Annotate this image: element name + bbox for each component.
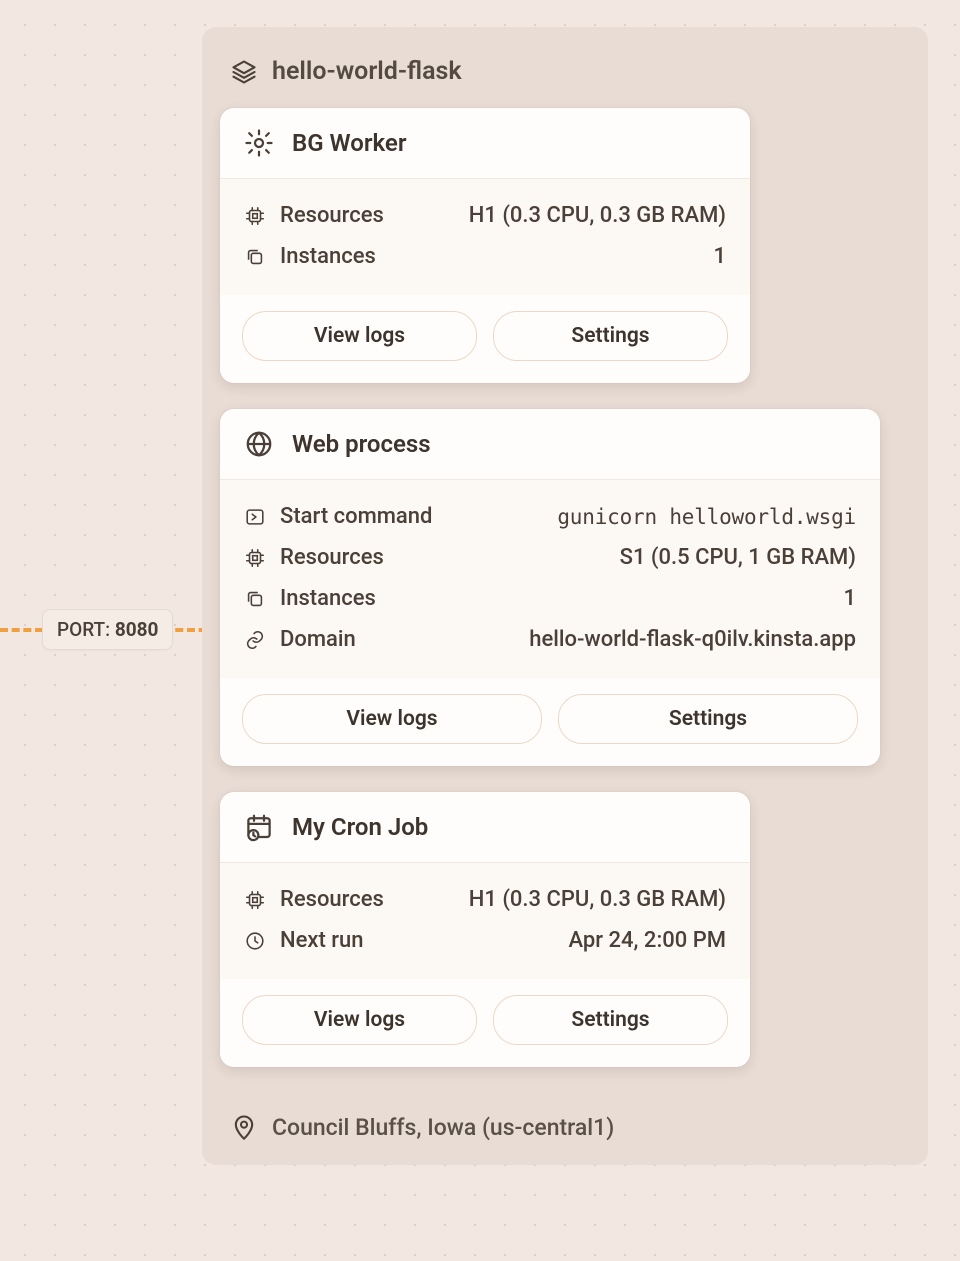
clock-icon	[244, 930, 266, 952]
start-command-value: gunicorn helloworld.wsgi	[557, 505, 856, 529]
card-title: BG Worker	[292, 129, 406, 157]
card-body: Resources H1 (0.3 CPU, 0.3 GB RAM) Next …	[220, 863, 750, 979]
resources-value: H1 (0.3 CPU, 0.3 GB RAM)	[469, 887, 726, 912]
row-next-run: Next run Apr 24, 2:00 PM	[244, 920, 726, 961]
layers-icon	[230, 58, 258, 86]
row-domain: Domain hello-world-flask-q0ilv.kinsta.ap…	[244, 619, 856, 660]
row-instances: Instances 1	[244, 578, 856, 619]
terminal-icon	[244, 506, 266, 528]
location-pin-icon	[230, 1113, 258, 1141]
location-text: Council Bluffs, Iowa (us-central1)	[272, 1114, 614, 1141]
label-text: Next run	[280, 928, 364, 953]
cpu-icon	[244, 205, 266, 227]
process-card-cron: My Cron Job Resources H1 (0.3 CPU, 0.3 G…	[220, 792, 750, 1067]
label-text: Resources	[280, 545, 384, 570]
label-text: Start command	[280, 504, 432, 529]
card-title: My Cron Job	[292, 813, 428, 841]
panel-footer: Council Bluffs, Iowa (us-central1)	[220, 1093, 910, 1147]
settings-button[interactable]: Settings	[493, 995, 728, 1045]
app-panel: hello-world-flask BG Worker	[202, 27, 928, 1165]
card-footer: View logs Settings	[220, 678, 880, 766]
settings-button[interactable]: Settings	[558, 694, 858, 744]
process-card-worker: BG Worker Resources H1 (0.3 CPU, 0.3 GB …	[220, 108, 750, 383]
panel-header: hello-world-flask	[220, 47, 910, 108]
label-text: Instances	[280, 244, 376, 269]
card-footer: View logs Settings	[220, 979, 750, 1067]
settings-button[interactable]: Settings	[493, 311, 728, 361]
process-card-web: Web process Start command gunicorn hello…	[220, 409, 880, 766]
view-logs-button[interactable]: View logs	[242, 694, 542, 744]
card-header: BG Worker	[220, 108, 750, 179]
copy-icon	[244, 246, 266, 268]
view-logs-button[interactable]: View logs	[242, 995, 477, 1045]
port-badge: PORT: 8080	[42, 609, 173, 650]
calendar-clock-icon	[244, 812, 274, 842]
copy-icon	[244, 588, 266, 610]
instances-value: 1	[713, 244, 726, 269]
app-name: hello-world-flask	[272, 57, 462, 86]
link-icon	[244, 629, 266, 651]
label-text: Domain	[280, 627, 356, 652]
cpu-icon	[244, 547, 266, 569]
label-text: Resources	[280, 887, 384, 912]
instances-value: 1	[843, 586, 856, 611]
next-run-value: Apr 24, 2:00 PM	[569, 928, 726, 953]
domain-value: hello-world-flask-q0ilv.kinsta.app	[529, 627, 856, 652]
card-footer: View logs Settings	[220, 295, 750, 383]
resources-value: S1 (0.5 CPU, 1 GB RAM)	[620, 545, 856, 570]
row-start-command: Start command gunicorn helloworld.wsgi	[244, 496, 856, 537]
port-label: PORT:	[57, 618, 110, 641]
label-text: Resources	[280, 203, 384, 228]
cpu-icon	[244, 889, 266, 911]
row-instances: Instances 1	[244, 236, 726, 277]
row-resources: Resources H1 (0.3 CPU, 0.3 GB RAM)	[244, 879, 726, 920]
card-header: My Cron Job	[220, 792, 750, 863]
view-logs-button[interactable]: View logs	[242, 311, 477, 361]
row-resources: Resources S1 (0.5 CPU, 1 GB RAM)	[244, 537, 856, 578]
resources-value: H1 (0.3 CPU, 0.3 GB RAM)	[469, 203, 726, 228]
gear-icon	[244, 128, 274, 158]
card-header: Web process	[220, 409, 880, 480]
card-title: Web process	[292, 430, 431, 458]
port-value: 8080	[115, 618, 159, 641]
row-resources: Resources H1 (0.3 CPU, 0.3 GB RAM)	[244, 195, 726, 236]
label-text: Instances	[280, 586, 376, 611]
card-body: Start command gunicorn helloworld.wsgi R…	[220, 480, 880, 678]
globe-icon	[244, 429, 274, 459]
card-body: Resources H1 (0.3 CPU, 0.3 GB RAM) Insta…	[220, 179, 750, 295]
